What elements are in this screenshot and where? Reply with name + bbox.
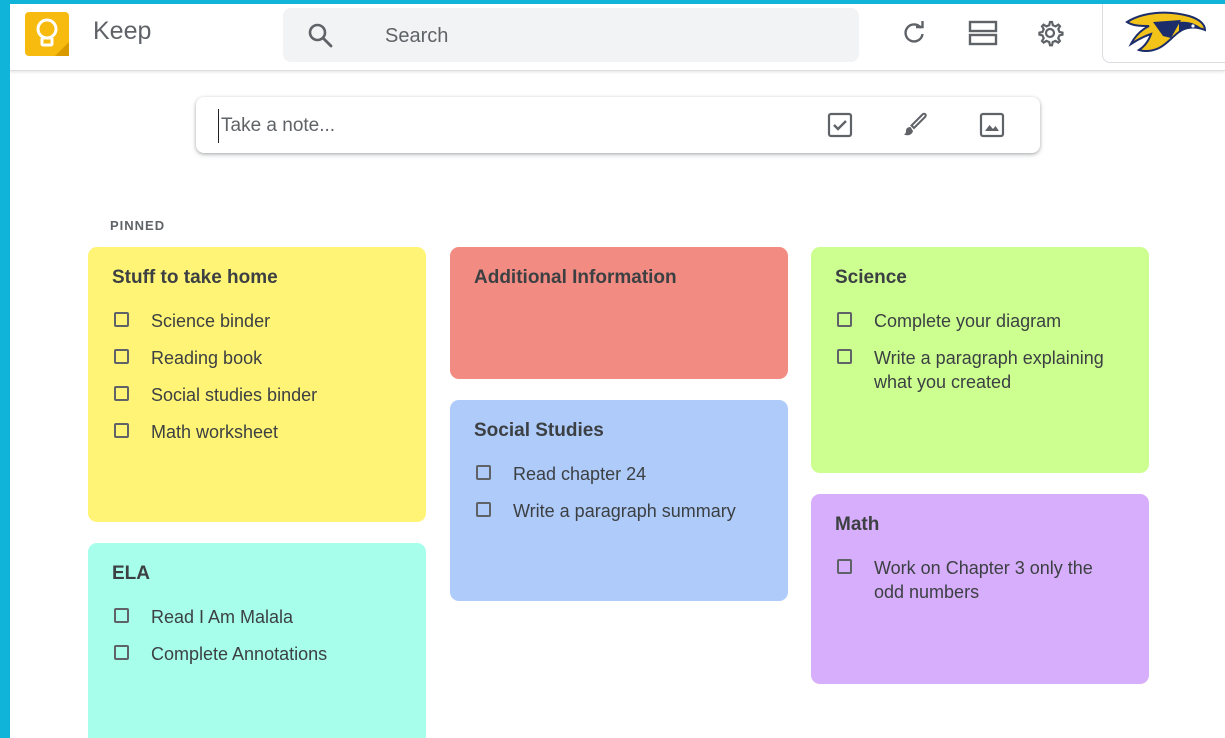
checkbox[interactable] [114, 645, 129, 660]
checklist-item: Math worksheet [112, 420, 402, 444]
checkbox[interactable] [837, 312, 852, 327]
gear-icon[interactable] [1031, 14, 1069, 52]
list-view-icon[interactable] [964, 14, 1002, 52]
checklist-item-label: Work on Chapter 3 only the odd numbers [874, 558, 1093, 602]
account-logo[interactable] [1102, 4, 1225, 63]
note-card[interactable]: ELA Read I Am Malala Complete Annotation… [88, 543, 426, 738]
search-input[interactable] [383, 16, 837, 56]
keep-bulb-icon[interactable] [25, 12, 69, 56]
note-card[interactable]: Social Studies Read chapter 24 Write a p… [450, 400, 788, 601]
app-name[interactable]: Keep [93, 17, 151, 46]
checklist-item: Work on Chapter 3 only the odd numbers [835, 556, 1125, 604]
checklist-item-label: Reading book [151, 348, 263, 368]
note-title: Math [835, 514, 880, 535]
checklist-item-label: Science binder [151, 311, 271, 331]
note-title: ELA [112, 563, 150, 584]
note-card[interactable]: Science Complete your diagram Write a pa… [811, 247, 1149, 473]
pinned-section-label: PINNED [110, 218, 166, 233]
checklist-item-label: Read I Am Malala [151, 607, 294, 627]
checkbox[interactable] [114, 386, 129, 401]
checkbox[interactable] [114, 349, 129, 364]
checklist-item-label: Write a paragraph summary [513, 501, 736, 521]
take-a-note-input[interactable] [218, 109, 783, 143]
note-title: Science [835, 267, 907, 288]
brush-icon[interactable] [899, 109, 931, 141]
take-a-note-bar[interactable] [196, 97, 1040, 153]
note-card[interactable]: Math Work on Chapter 3 only the odd numb… [811, 494, 1149, 684]
note-title: Additional Information [474, 267, 677, 288]
checklist-item-label: Math worksheet [151, 422, 279, 442]
checklist-item: Social studies binder [112, 383, 402, 407]
checkbox[interactable] [114, 312, 129, 327]
checklist-item: Reading book [112, 346, 402, 370]
checklist-item: Write a paragraph explaining what you cr… [835, 346, 1125, 394]
checkbox[interactable] [837, 559, 852, 574]
checklist-item: Complete Annotations [112, 642, 402, 666]
image-icon[interactable] [976, 109, 1008, 141]
checklist-item: Read chapter 24 [474, 462, 764, 486]
checklist-item: Science binder [112, 309, 402, 333]
checklist-item: Complete your diagram [835, 309, 1125, 333]
checkbox[interactable] [114, 608, 129, 623]
search-icon[interactable] [307, 22, 333, 53]
note-card[interactable]: Stuff to take home Science binder Readin… [88, 247, 426, 522]
checkbox[interactable] [837, 349, 852, 364]
checklist-item-label: Write a paragraph explaining what you cr… [874, 348, 1104, 392]
checkbox[interactable] [476, 502, 491, 517]
refresh-icon[interactable] [895, 14, 933, 52]
checklist-item: Read I Am Malala [112, 605, 402, 629]
checkbox-icon[interactable] [824, 109, 856, 141]
checklist-item-label: Complete Annotations [151, 644, 328, 664]
checklist-item-label: Complete your diagram [874, 311, 1062, 331]
note-title: Social Studies [474, 420, 604, 441]
checkbox[interactable] [114, 423, 129, 438]
keep-window: Keep Search Take a note... PINNED Stuff … [10, 4, 1225, 738]
checklist-item-label: Social studies binder [151, 385, 318, 405]
checklist-item: Write a paragraph summary [474, 499, 764, 523]
checkbox[interactable] [476, 465, 491, 480]
top-bar: Keep [10, 4, 1225, 71]
checklist-item-label: Read chapter 24 [513, 464, 647, 484]
note-card[interactable]: Additional Information [450, 247, 788, 379]
search-bar[interactable] [283, 8, 859, 62]
note-title: Stuff to take home [112, 267, 278, 288]
